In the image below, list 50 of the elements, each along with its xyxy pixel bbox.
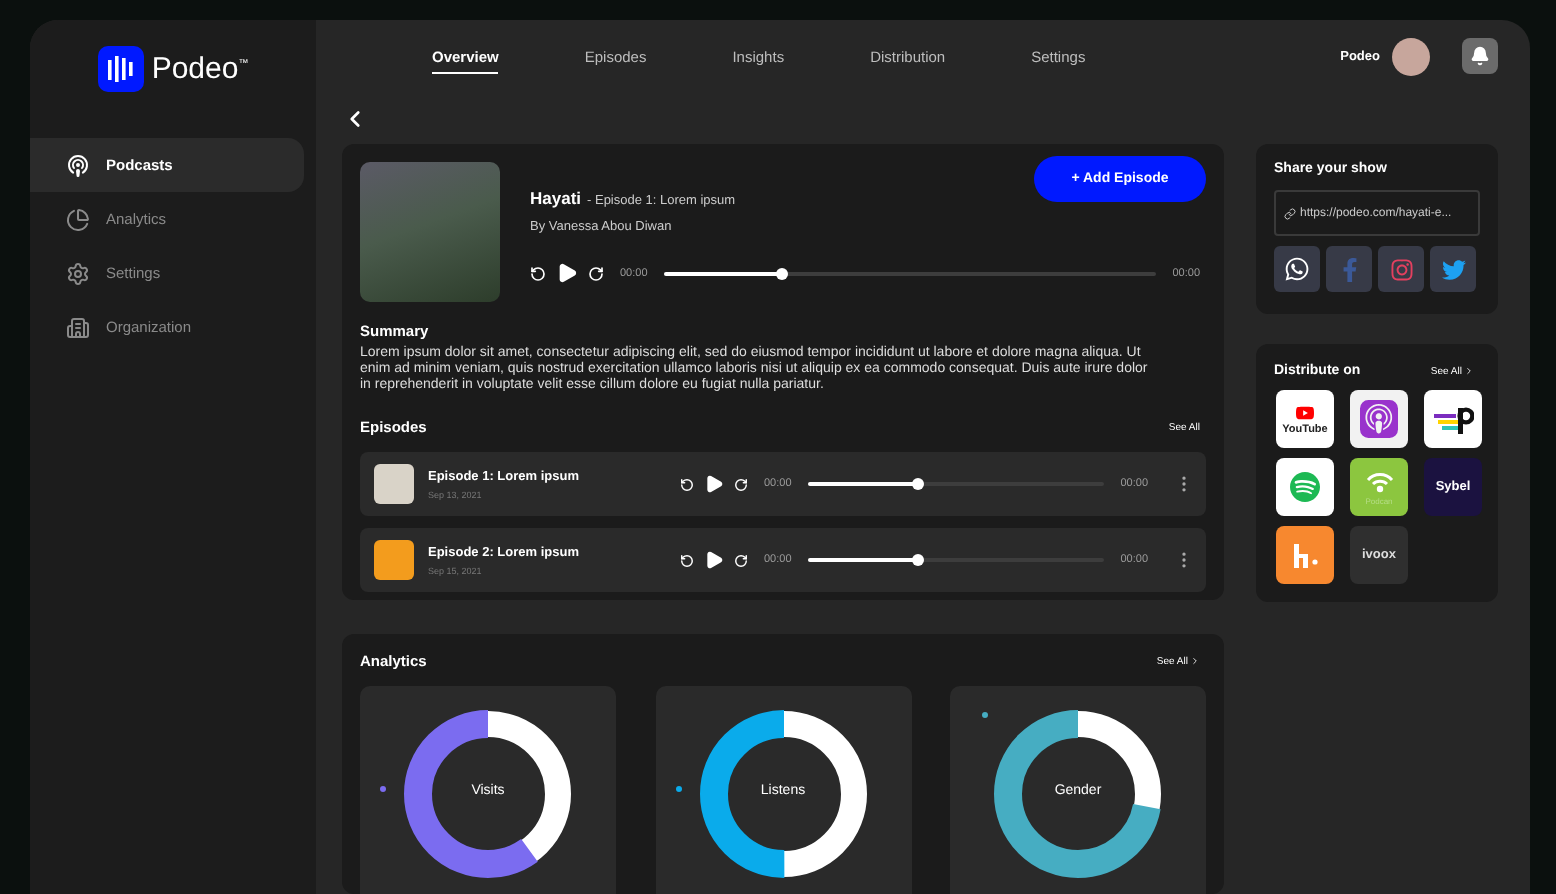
rewind-button[interactable] <box>680 553 694 567</box>
play-icon <box>704 474 724 494</box>
photo-placeholder <box>360 162 500 302</box>
share-button[interactable] <box>1274 246 1320 292</box>
rotate-back-icon <box>680 477 694 491</box>
play-button[interactable] <box>704 550 724 570</box>
rotate-back-icon <box>680 553 694 567</box>
chevron-right-icon <box>1190 656 1200 666</box>
h-logo-icon <box>1291 541 1319 569</box>
rotate-forward-icon <box>734 553 748 567</box>
rotate-back-icon <box>530 265 546 281</box>
play-icon <box>704 550 724 570</box>
platform-tile[interactable] <box>1276 458 1334 516</box>
logo-icon <box>97 45 144 91</box>
podcast-icon <box>1360 400 1398 438</box>
podcast-icon <box>66 153 90 177</box>
play-button[interactable] <box>704 474 724 494</box>
platform-tile[interactable] <box>1424 390 1482 448</box>
rewind-button[interactable] <box>530 265 546 281</box>
play-icon <box>1296 403 1314 421</box>
platform-tile[interactable] <box>1350 390 1408 448</box>
episode-thumbnail <box>374 464 414 504</box>
bell-icon <box>1470 46 1490 67</box>
forward-button[interactable] <box>588 265 604 281</box>
platform-tile[interactable] <box>1276 526 1334 584</box>
forward-button[interactable] <box>734 477 748 491</box>
whatsapp-icon <box>1284 256 1310 282</box>
twitter-icon <box>1441 257 1465 281</box>
play-button[interactable] <box>556 262 578 284</box>
lines-logo-icon <box>1433 403 1473 435</box>
settings-icon <box>66 261 90 285</box>
avatar[interactable] <box>1392 37 1430 76</box>
play-icon <box>556 262 578 284</box>
link-icon <box>1284 207 1296 219</box>
rewind-button[interactable] <box>680 477 694 491</box>
rotate-forward-icon <box>734 477 748 491</box>
chevron-right-icon <box>1464 366 1474 376</box>
pie-chart-icon <box>66 207 90 231</box>
rotate-forward-icon <box>588 265 604 281</box>
wifi-icon <box>1365 469 1393 493</box>
logo-text: Podeo$^{™}$ <box>151 51 249 85</box>
building-icon <box>66 315 90 339</box>
instagram-icon <box>1389 257 1413 281</box>
progress-handle[interactable] <box>775 267 788 279</box>
progress-handle[interactable] <box>911 554 924 566</box>
episode-thumbnail <box>374 540 414 580</box>
forward-button[interactable] <box>734 553 748 567</box>
notifications-button[interactable] <box>1462 38 1498 75</box>
spotify-icon <box>1290 472 1320 502</box>
progress-handle[interactable] <box>911 478 924 490</box>
